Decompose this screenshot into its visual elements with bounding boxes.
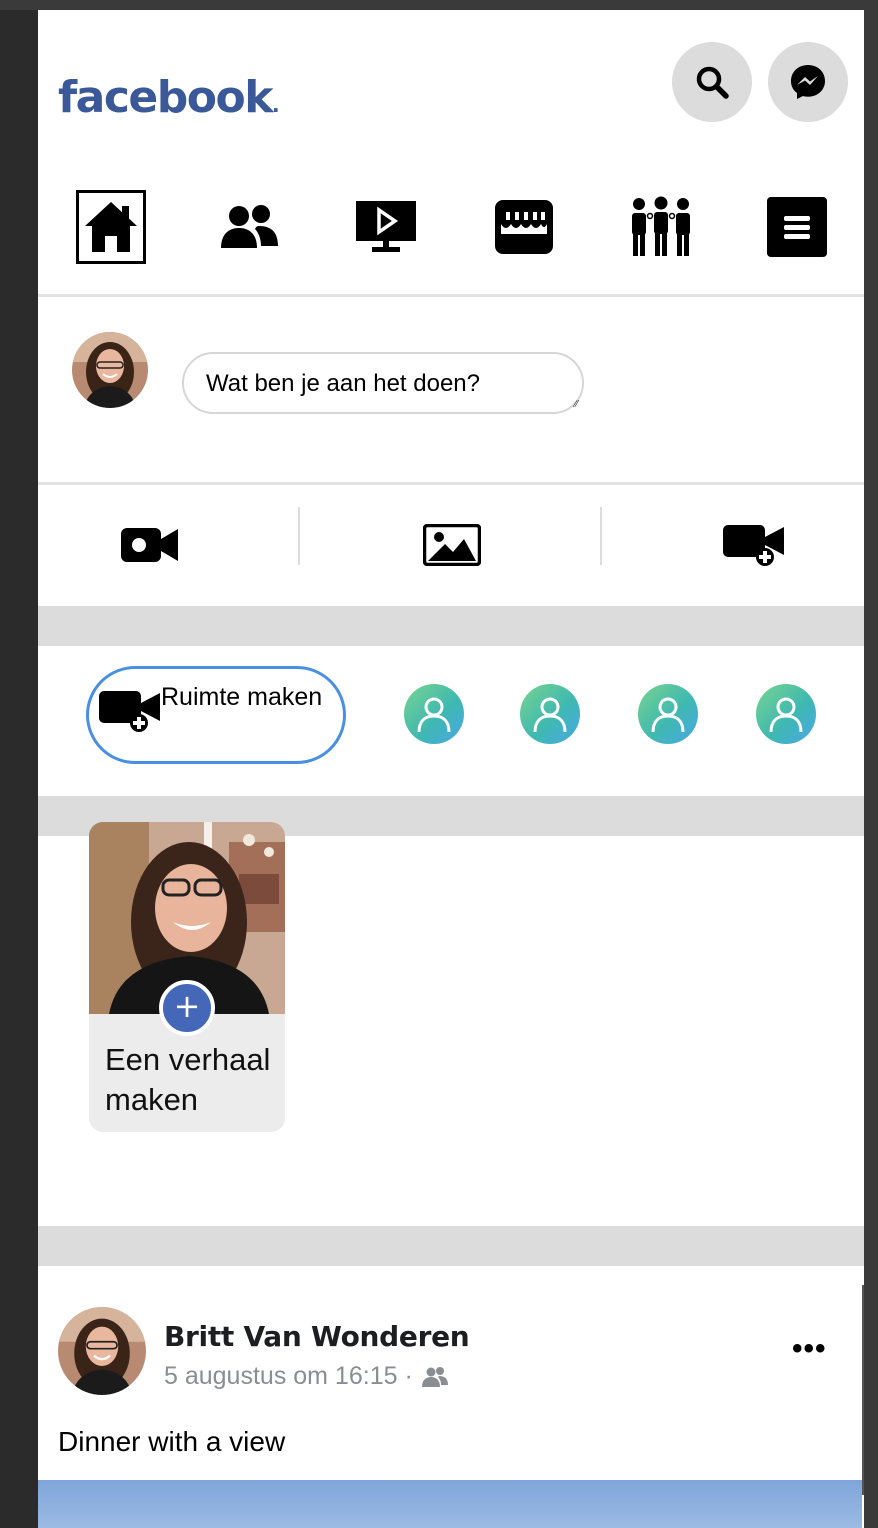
user-icon [769, 697, 803, 733]
scrollbar-edge [862, 1285, 864, 1495]
search-button[interactable] [672, 42, 752, 122]
create-room-icon [723, 525, 784, 566]
contact-avatar[interactable] [404, 684, 464, 744]
live-video-icon [121, 528, 178, 562]
tab-home[interactable] [76, 190, 146, 264]
section-separator [38, 1226, 864, 1266]
contact-avatar[interactable] [520, 684, 580, 744]
mobile-feed: facebook. Wat ben je aan het doen? ⁄⁄ Ru… [38, 10, 864, 1528]
tab-groups[interactable] [626, 190, 696, 264]
search-icon [696, 66, 729, 99]
post-image[interactable] [38, 1480, 862, 1528]
window-top-edge [0, 0, 878, 10]
user-icon [533, 697, 567, 733]
profile-photo [72, 332, 148, 408]
tab-watch[interactable] [351, 190, 421, 264]
profile-photo [58, 1307, 146, 1395]
tab-marketplace[interactable] [489, 190, 559, 264]
groups-icon [632, 196, 690, 256]
section-separator [38, 606, 864, 646]
post-text: Dinner with a view [58, 1426, 286, 1457]
home-icon [85, 202, 137, 252]
user-icon [651, 697, 685, 733]
messenger-button[interactable] [768, 42, 848, 122]
friends-audience-icon[interactable] [421, 1366, 449, 1388]
user-icon [417, 697, 451, 733]
post-meta: 5 augustus om 16:15 · [164, 1362, 449, 1391]
tab-friends[interactable] [214, 190, 284, 264]
media-actions [38, 485, 864, 605]
photo-icon [423, 524, 481, 566]
post-author-avatar[interactable] [58, 1307, 146, 1395]
photo-button[interactable] [390, 485, 514, 605]
more-options-icon[interactable]: ••• [792, 1332, 827, 1366]
logo-text: facebook [58, 72, 273, 123]
window-right-edge [864, 0, 878, 1528]
create-room-media-button[interactable] [692, 485, 816, 605]
tab-menu[interactable] [762, 190, 832, 264]
watch-icon [356, 201, 416, 252]
messenger-icon [791, 65, 825, 99]
friends-icon [221, 205, 278, 248]
marketplace-icon [495, 200, 553, 254]
create-room-label: Ruimte maken [161, 683, 323, 711]
add-story-icon[interactable]: + [159, 980, 215, 1036]
menu-icon [767, 197, 827, 257]
nav-divider [38, 294, 864, 297]
live-video-button[interactable] [88, 485, 212, 605]
post-author-name[interactable]: Britt Van Wonderen [164, 1320, 470, 1353]
contact-avatar[interactable] [756, 684, 816, 744]
top-navigation [38, 184, 864, 270]
resize-handle-icon[interactable]: ⁄⁄ [575, 399, 578, 410]
create-room-button[interactable]: Ruimte maken [86, 666, 346, 764]
media-separator [298, 507, 300, 565]
create-room-icon [99, 691, 160, 732]
media-separator [600, 507, 602, 565]
status-input[interactable]: Wat ben je aan het doen? ⁄⁄ [182, 352, 584, 414]
contact-avatar[interactable] [638, 684, 698, 744]
create-story-label: Een verhaal maken [105, 1042, 271, 1117]
avatar[interactable] [72, 332, 148, 408]
create-story-card[interactable]: + Een verhaal maken [89, 822, 285, 1132]
post-timestamp[interactable]: 5 augustus om 16:15 · [164, 1362, 413, 1391]
status-input-placeholder: Wat ben je aan het doen? [206, 370, 480, 397]
facebook-logo[interactable]: facebook. [58, 72, 280, 123]
